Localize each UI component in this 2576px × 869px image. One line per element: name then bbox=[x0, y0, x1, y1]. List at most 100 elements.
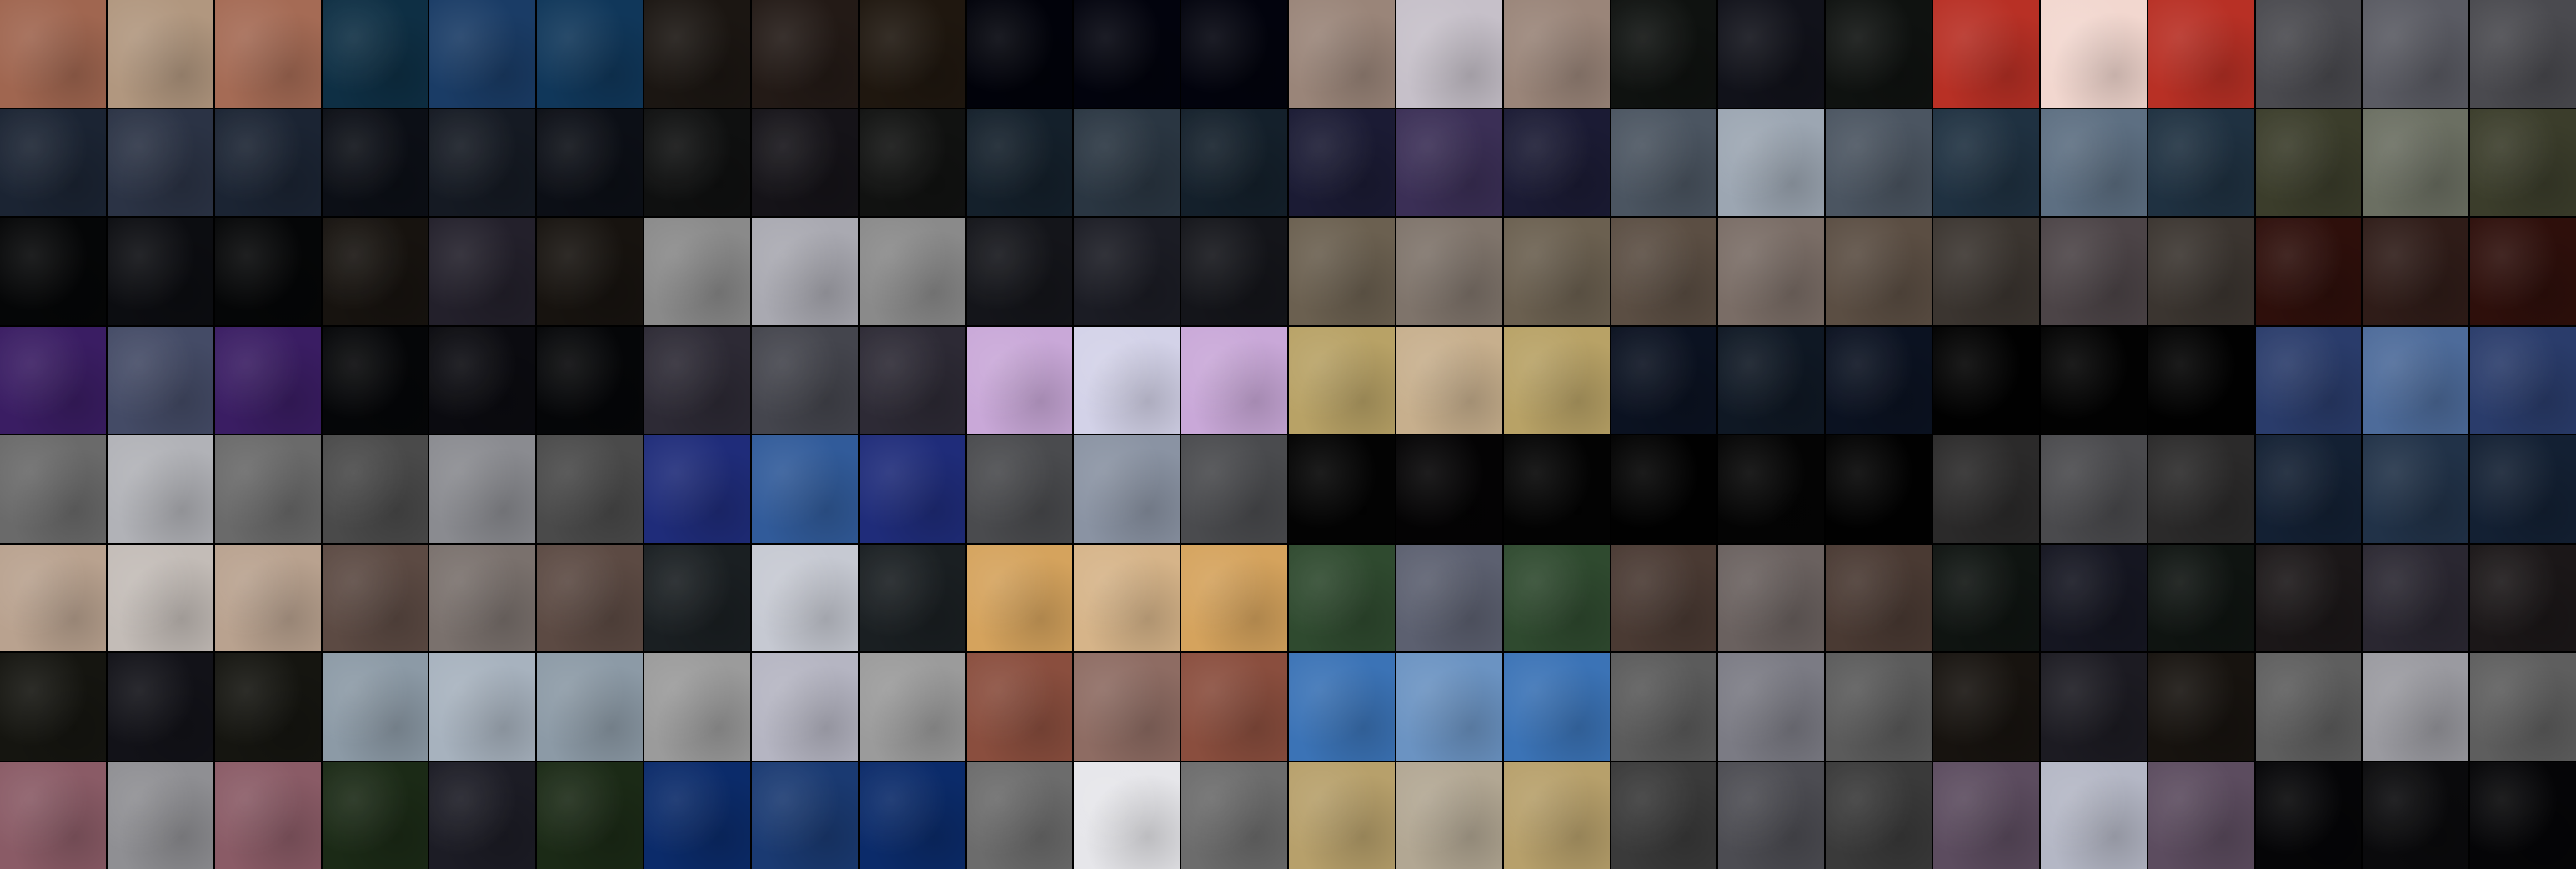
image-tile bbox=[1289, 544, 1395, 651]
image-tile bbox=[1181, 326, 1287, 434]
image-tile bbox=[2470, 544, 2576, 651]
image-tile bbox=[1611, 761, 1717, 869]
image-tile bbox=[1181, 544, 1287, 651]
image-tile bbox=[214, 761, 321, 869]
image-tile bbox=[1396, 435, 1502, 543]
image-tile bbox=[1289, 435, 1395, 543]
image-tile bbox=[2040, 0, 2147, 108]
image-tile bbox=[1718, 108, 1825, 216]
image-tile bbox=[644, 653, 750, 761]
image-tile bbox=[1181, 435, 1287, 543]
image-tile bbox=[1503, 108, 1610, 216]
image-tile bbox=[859, 435, 965, 543]
image-tile bbox=[1074, 326, 1180, 434]
image-tile bbox=[1074, 653, 1180, 761]
image-tile bbox=[1289, 108, 1395, 216]
image-tile bbox=[1826, 653, 1932, 761]
image-tile bbox=[2148, 544, 2254, 651]
image-tile bbox=[429, 108, 536, 216]
image-tile bbox=[1396, 0, 1502, 108]
image-tile bbox=[322, 435, 428, 543]
image-tile bbox=[2255, 0, 2362, 108]
image-tile bbox=[859, 761, 965, 869]
image-tile bbox=[107, 761, 213, 869]
image-tile bbox=[0, 218, 106, 325]
image-tile bbox=[2040, 218, 2147, 325]
image-tile bbox=[429, 218, 536, 325]
image-tile bbox=[644, 0, 750, 108]
image-tile bbox=[2148, 108, 2254, 216]
image-tile bbox=[429, 0, 536, 108]
image-tile bbox=[214, 108, 321, 216]
image-tile bbox=[2363, 653, 2469, 761]
image-tile bbox=[2148, 761, 2254, 869]
image-tile bbox=[2040, 326, 2147, 434]
image-tile bbox=[644, 544, 750, 651]
image-tile bbox=[1826, 761, 1932, 869]
image-tile bbox=[966, 761, 1073, 869]
image-tile bbox=[751, 0, 858, 108]
image-tile bbox=[107, 653, 213, 761]
image-tile bbox=[751, 761, 858, 869]
image-tile bbox=[2470, 653, 2576, 761]
image-tile bbox=[1826, 544, 1932, 651]
image-tile bbox=[2470, 108, 2576, 216]
image-tile bbox=[1718, 761, 1825, 869]
image-tile bbox=[2363, 435, 2469, 543]
image-tile bbox=[966, 544, 1073, 651]
image-tile bbox=[429, 653, 536, 761]
image-tile bbox=[1289, 653, 1395, 761]
image-tile bbox=[537, 761, 643, 869]
image-tile bbox=[0, 544, 106, 651]
image-tile bbox=[644, 218, 750, 325]
image-tile bbox=[2255, 761, 2362, 869]
image-tile bbox=[1933, 653, 2039, 761]
image-tile bbox=[2148, 653, 2254, 761]
image-tile bbox=[1718, 435, 1825, 543]
image-tile bbox=[2363, 0, 2469, 108]
image-tile bbox=[322, 108, 428, 216]
image-tile bbox=[966, 326, 1073, 434]
image-tile bbox=[1933, 0, 2039, 108]
image-tile bbox=[322, 653, 428, 761]
image-tile bbox=[214, 218, 321, 325]
image-tile bbox=[2255, 544, 2362, 651]
image-tile bbox=[1718, 218, 1825, 325]
image-tile bbox=[1396, 761, 1502, 869]
image-tile bbox=[2363, 218, 2469, 325]
image-tile bbox=[2040, 544, 2147, 651]
image-tile bbox=[751, 108, 858, 216]
image-tile bbox=[537, 544, 643, 651]
image-tile bbox=[0, 761, 106, 869]
image-tile bbox=[0, 108, 106, 216]
image-tile bbox=[1826, 435, 1932, 543]
image-tile bbox=[2148, 0, 2254, 108]
image-tile bbox=[2255, 435, 2362, 543]
image-tile bbox=[1611, 326, 1717, 434]
image-tile bbox=[1933, 544, 2039, 651]
image-tile bbox=[107, 108, 213, 216]
image-tile bbox=[644, 435, 750, 543]
image-tile bbox=[1503, 761, 1610, 869]
image-tile bbox=[751, 435, 858, 543]
image-tile bbox=[1503, 326, 1610, 434]
image-tile bbox=[1074, 761, 1180, 869]
image-tile bbox=[322, 218, 428, 325]
image-tile bbox=[2470, 326, 2576, 434]
image-tile bbox=[966, 653, 1073, 761]
image-tile bbox=[1933, 218, 2039, 325]
image-tile bbox=[429, 544, 536, 651]
image-tile bbox=[2470, 761, 2576, 869]
image-tile bbox=[322, 0, 428, 108]
image-tile bbox=[859, 544, 965, 651]
image-tile bbox=[1826, 0, 1932, 108]
image-tile bbox=[2363, 108, 2469, 216]
image-tile bbox=[1933, 326, 2039, 434]
image-tile bbox=[107, 326, 213, 434]
image-tile bbox=[429, 761, 536, 869]
image-tile bbox=[2148, 218, 2254, 325]
image-tile bbox=[1933, 761, 2039, 869]
image-tile bbox=[1718, 0, 1825, 108]
image-tile bbox=[644, 108, 750, 216]
image-tile bbox=[1611, 0, 1717, 108]
